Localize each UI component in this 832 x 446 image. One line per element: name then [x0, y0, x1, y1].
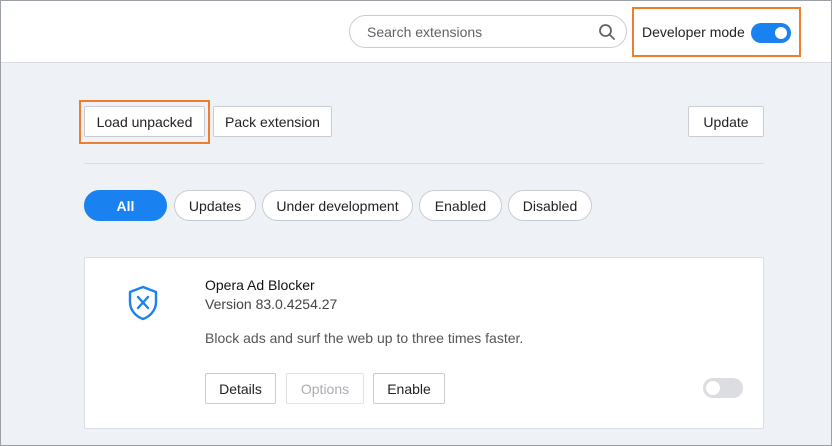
- shield-x-icon: [128, 285, 158, 321]
- extension-enable-toggle[interactable]: [703, 378, 743, 398]
- search-icon[interactable]: [598, 23, 616, 41]
- options-button[interactable]: Options: [286, 373, 364, 404]
- update-button[interactable]: Update: [688, 106, 764, 137]
- details-button[interactable]: Details: [205, 373, 276, 404]
- toggle-knob: [775, 27, 787, 39]
- search-input[interactable]: Search extensions: [349, 15, 627, 48]
- top-bar: Search extensions Developer mode: [1, 1, 831, 63]
- developer-mode-highlight: Developer mode: [632, 7, 801, 57]
- extension-card: Opera Ad Blocker Version 83.0.4254.27 Bl…: [84, 257, 764, 429]
- divider: [84, 163, 764, 164]
- pack-extension-button[interactable]: Pack extension: [213, 106, 332, 137]
- extension-version: Version 83.0.4254.27: [205, 296, 338, 312]
- load-unpacked-button[interactable]: Load unpacked: [84, 106, 205, 137]
- search-placeholder: Search extensions: [367, 24, 483, 40]
- filter-under-development[interactable]: Under development: [262, 190, 413, 221]
- filter-disabled[interactable]: Disabled: [508, 190, 592, 221]
- developer-mode-toggle[interactable]: [751, 23, 791, 43]
- filter-all[interactable]: All: [84, 190, 167, 221]
- filter-updates[interactable]: Updates: [174, 190, 256, 221]
- extension-name: Opera Ad Blocker: [205, 277, 315, 293]
- toggle-knob: [706, 381, 720, 395]
- extension-description: Block ads and surf the web up to three t…: [205, 330, 524, 346]
- enable-button[interactable]: Enable: [373, 373, 445, 404]
- developer-mode-label: Developer mode: [642, 24, 745, 40]
- filter-enabled[interactable]: Enabled: [419, 190, 502, 221]
